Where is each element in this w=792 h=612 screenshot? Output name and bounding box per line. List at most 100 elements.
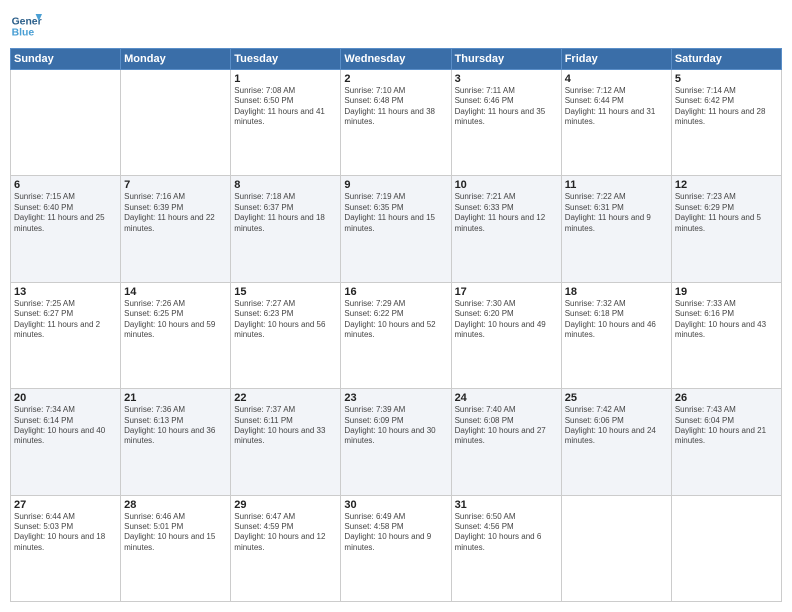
day-number: 2 — [344, 73, 447, 85]
day-number: 21 — [124, 392, 227, 404]
day-number: 5 — [675, 73, 778, 85]
calendar-cell: 24Sunrise: 7:40 AMSunset: 6:08 PMDayligh… — [451, 389, 561, 495]
day-number: 28 — [124, 499, 227, 511]
logo-icon: General Blue — [10, 10, 42, 42]
weekday-header-wednesday: Wednesday — [341, 49, 451, 70]
calendar-cell: 26Sunrise: 7:43 AMSunset: 6:04 PMDayligh… — [671, 389, 781, 495]
calendar-cell: 10Sunrise: 7:21 AMSunset: 6:33 PMDayligh… — [451, 176, 561, 282]
calendar-cell: 21Sunrise: 7:36 AMSunset: 6:13 PMDayligh… — [121, 389, 231, 495]
cell-info: Sunrise: 7:43 AMSunset: 6:04 PMDaylight:… — [675, 405, 778, 447]
calendar-cell: 18Sunrise: 7:32 AMSunset: 6:18 PMDayligh… — [561, 282, 671, 388]
cell-info: Sunrise: 6:46 AMSunset: 5:01 PMDaylight:… — [124, 512, 227, 554]
day-number: 29 — [234, 499, 337, 511]
cell-info: Sunrise: 7:42 AMSunset: 6:06 PMDaylight:… — [565, 405, 668, 447]
day-number: 15 — [234, 286, 337, 298]
weekday-header-tuesday: Tuesday — [231, 49, 341, 70]
calendar-cell: 14Sunrise: 7:26 AMSunset: 6:25 PMDayligh… — [121, 282, 231, 388]
calendar-row-4: 20Sunrise: 7:34 AMSunset: 6:14 PMDayligh… — [11, 389, 782, 495]
logo: General Blue — [10, 10, 42, 42]
cell-info: Sunrise: 7:15 AMSunset: 6:40 PMDaylight:… — [14, 192, 117, 234]
day-number: 7 — [124, 179, 227, 191]
day-number: 10 — [455, 179, 558, 191]
cell-info: Sunrise: 7:11 AMSunset: 6:46 PMDaylight:… — [455, 86, 558, 128]
calendar-cell: 13Sunrise: 7:25 AMSunset: 6:27 PMDayligh… — [11, 282, 121, 388]
calendar-cell: 15Sunrise: 7:27 AMSunset: 6:23 PMDayligh… — [231, 282, 341, 388]
cell-info: Sunrise: 7:33 AMSunset: 6:16 PMDaylight:… — [675, 299, 778, 341]
day-number: 14 — [124, 286, 227, 298]
calendar-cell: 1Sunrise: 7:08 AMSunset: 6:50 PMDaylight… — [231, 70, 341, 176]
header: General Blue — [10, 10, 782, 42]
cell-info: Sunrise: 6:47 AMSunset: 4:59 PMDaylight:… — [234, 512, 337, 554]
weekday-header-sunday: Sunday — [11, 49, 121, 70]
day-number: 4 — [565, 73, 668, 85]
day-number: 1 — [234, 73, 337, 85]
calendar-cell: 5Sunrise: 7:14 AMSunset: 6:42 PMDaylight… — [671, 70, 781, 176]
calendar-cell — [671, 495, 781, 601]
day-number: 16 — [344, 286, 447, 298]
cell-info: Sunrise: 7:22 AMSunset: 6:31 PMDaylight:… — [565, 192, 668, 234]
weekday-header-thursday: Thursday — [451, 49, 561, 70]
calendar-table: SundayMondayTuesdayWednesdayThursdayFrid… — [10, 48, 782, 602]
cell-info: Sunrise: 6:49 AMSunset: 4:58 PMDaylight:… — [344, 512, 447, 554]
cell-info: Sunrise: 6:50 AMSunset: 4:56 PMDaylight:… — [455, 512, 558, 554]
cell-info: Sunrise: 7:40 AMSunset: 6:08 PMDaylight:… — [455, 405, 558, 447]
day-number: 26 — [675, 392, 778, 404]
day-number: 9 — [344, 179, 447, 191]
calendar-cell: 12Sunrise: 7:23 AMSunset: 6:29 PMDayligh… — [671, 176, 781, 282]
cell-info: Sunrise: 7:12 AMSunset: 6:44 PMDaylight:… — [565, 86, 668, 128]
calendar-cell: 4Sunrise: 7:12 AMSunset: 6:44 PMDaylight… — [561, 70, 671, 176]
day-number: 13 — [14, 286, 117, 298]
weekday-header-row: SundayMondayTuesdayWednesdayThursdayFrid… — [11, 49, 782, 70]
calendar-cell: 2Sunrise: 7:10 AMSunset: 6:48 PMDaylight… — [341, 70, 451, 176]
day-number: 19 — [675, 286, 778, 298]
day-number: 17 — [455, 286, 558, 298]
calendar-cell: 3Sunrise: 7:11 AMSunset: 6:46 PMDaylight… — [451, 70, 561, 176]
calendar-cell: 17Sunrise: 7:30 AMSunset: 6:20 PMDayligh… — [451, 282, 561, 388]
day-number: 23 — [344, 392, 447, 404]
cell-info: Sunrise: 7:14 AMSunset: 6:42 PMDaylight:… — [675, 86, 778, 128]
day-number: 20 — [14, 392, 117, 404]
calendar-cell: 22Sunrise: 7:37 AMSunset: 6:11 PMDayligh… — [231, 389, 341, 495]
cell-info: Sunrise: 7:34 AMSunset: 6:14 PMDaylight:… — [14, 405, 117, 447]
cell-info: Sunrise: 7:27 AMSunset: 6:23 PMDaylight:… — [234, 299, 337, 341]
day-number: 27 — [14, 499, 117, 511]
svg-text:Blue: Blue — [12, 28, 35, 39]
calendar-cell: 25Sunrise: 7:42 AMSunset: 6:06 PMDayligh… — [561, 389, 671, 495]
calendar-cell: 6Sunrise: 7:15 AMSunset: 6:40 PMDaylight… — [11, 176, 121, 282]
calendar-cell: 19Sunrise: 7:33 AMSunset: 6:16 PMDayligh… — [671, 282, 781, 388]
calendar-cell: 20Sunrise: 7:34 AMSunset: 6:14 PMDayligh… — [11, 389, 121, 495]
day-number: 3 — [455, 73, 558, 85]
calendar-cell: 9Sunrise: 7:19 AMSunset: 6:35 PMDaylight… — [341, 176, 451, 282]
calendar-cell: 30Sunrise: 6:49 AMSunset: 4:58 PMDayligh… — [341, 495, 451, 601]
cell-info: Sunrise: 7:18 AMSunset: 6:37 PMDaylight:… — [234, 192, 337, 234]
day-number: 22 — [234, 392, 337, 404]
calendar-cell: 16Sunrise: 7:29 AMSunset: 6:22 PMDayligh… — [341, 282, 451, 388]
day-number: 31 — [455, 499, 558, 511]
calendar-row-3: 13Sunrise: 7:25 AMSunset: 6:27 PMDayligh… — [11, 282, 782, 388]
day-number: 8 — [234, 179, 337, 191]
cell-info: Sunrise: 7:25 AMSunset: 6:27 PMDaylight:… — [14, 299, 117, 341]
calendar-cell — [11, 70, 121, 176]
day-number: 12 — [675, 179, 778, 191]
day-number: 11 — [565, 179, 668, 191]
calendar-row-1: 1Sunrise: 7:08 AMSunset: 6:50 PMDaylight… — [11, 70, 782, 176]
cell-info: Sunrise: 6:44 AMSunset: 5:03 PMDaylight:… — [14, 512, 117, 554]
page: General Blue SundayMondayTuesdayWednesda… — [0, 0, 792, 612]
calendar-cell — [561, 495, 671, 601]
cell-info: Sunrise: 7:30 AMSunset: 6:20 PMDaylight:… — [455, 299, 558, 341]
calendar-cell: 11Sunrise: 7:22 AMSunset: 6:31 PMDayligh… — [561, 176, 671, 282]
calendar-row-2: 6Sunrise: 7:15 AMSunset: 6:40 PMDaylight… — [11, 176, 782, 282]
cell-info: Sunrise: 7:32 AMSunset: 6:18 PMDaylight:… — [565, 299, 668, 341]
day-number: 18 — [565, 286, 668, 298]
cell-info: Sunrise: 7:16 AMSunset: 6:39 PMDaylight:… — [124, 192, 227, 234]
cell-info: Sunrise: 7:26 AMSunset: 6:25 PMDaylight:… — [124, 299, 227, 341]
weekday-header-monday: Monday — [121, 49, 231, 70]
calendar-cell: 8Sunrise: 7:18 AMSunset: 6:37 PMDaylight… — [231, 176, 341, 282]
cell-info: Sunrise: 7:39 AMSunset: 6:09 PMDaylight:… — [344, 405, 447, 447]
cell-info: Sunrise: 7:08 AMSunset: 6:50 PMDaylight:… — [234, 86, 337, 128]
weekday-header-friday: Friday — [561, 49, 671, 70]
day-number: 6 — [14, 179, 117, 191]
day-number: 24 — [455, 392, 558, 404]
cell-info: Sunrise: 7:21 AMSunset: 6:33 PMDaylight:… — [455, 192, 558, 234]
cell-info: Sunrise: 7:19 AMSunset: 6:35 PMDaylight:… — [344, 192, 447, 234]
